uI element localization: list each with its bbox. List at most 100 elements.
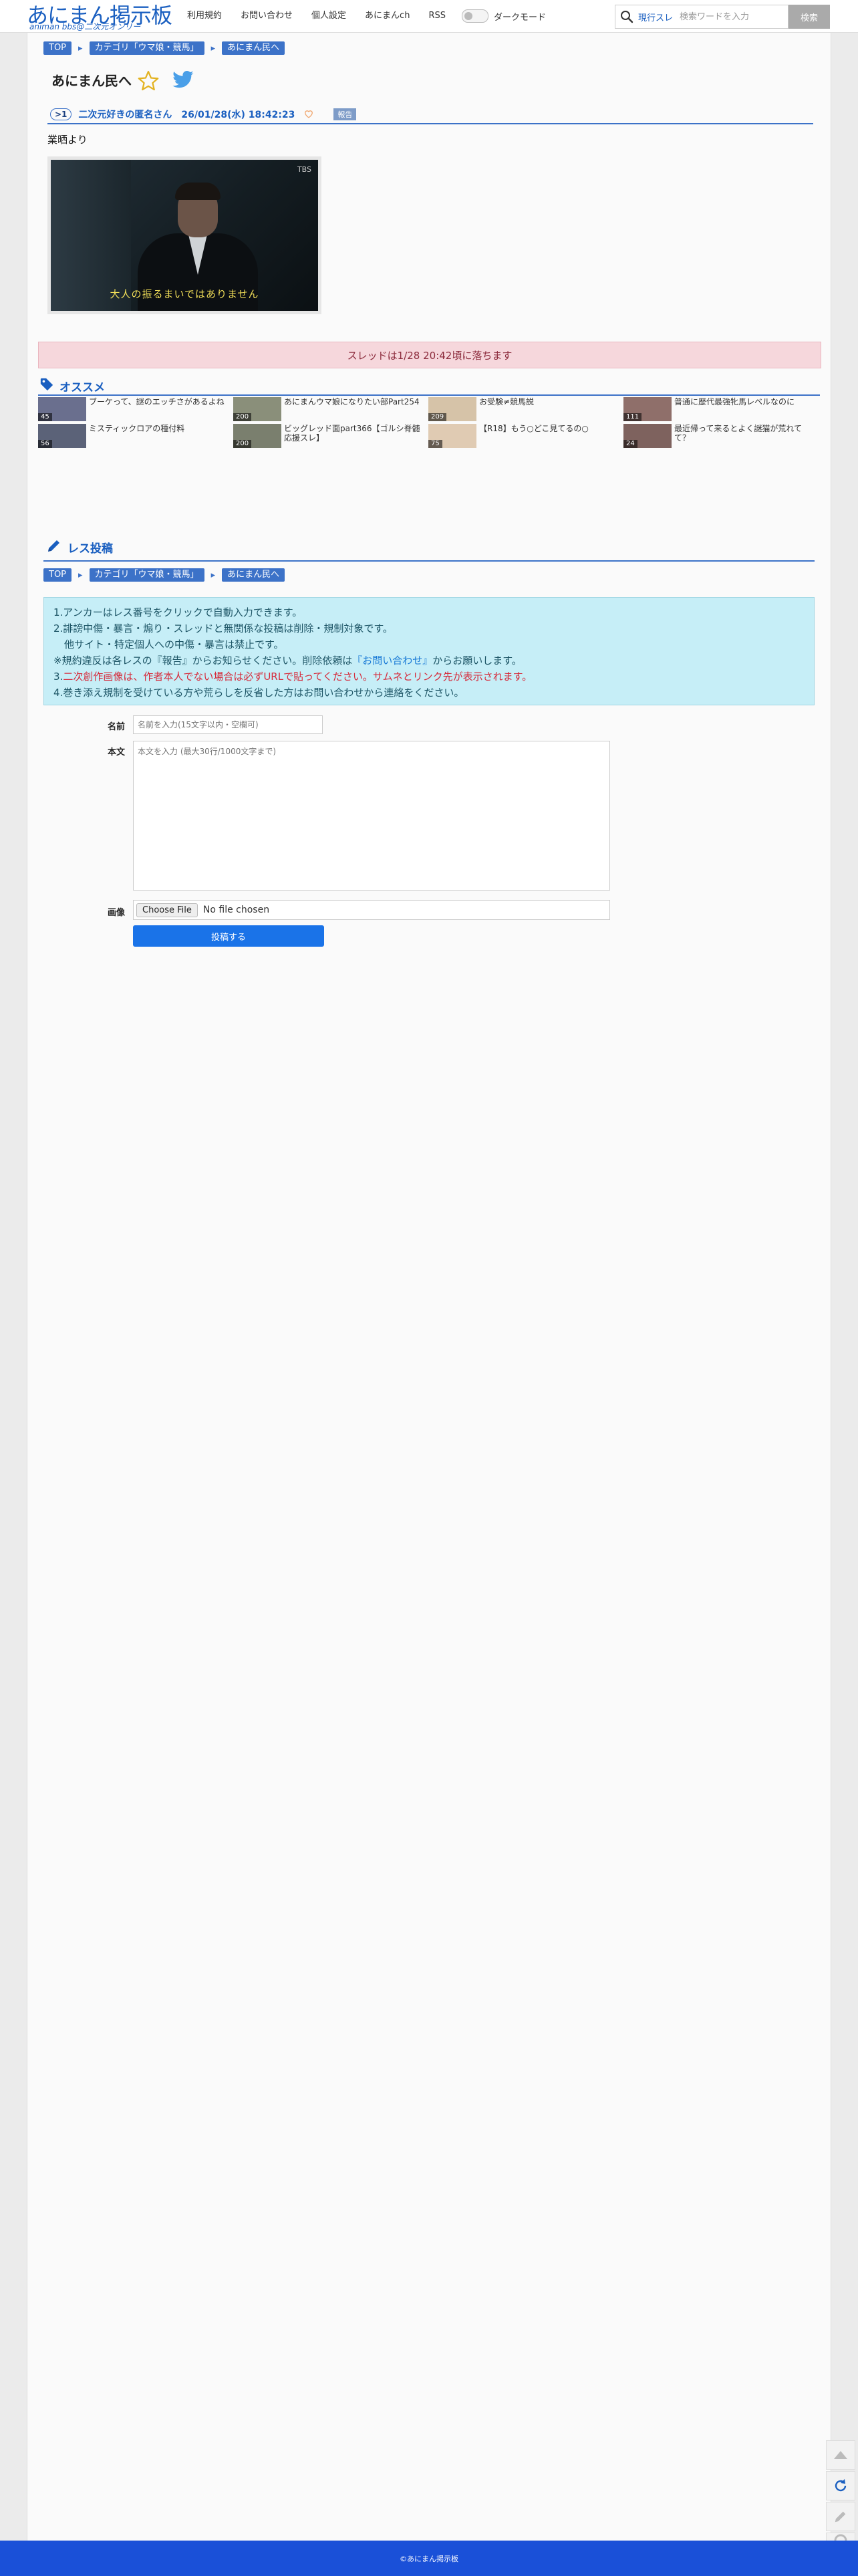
recommend-thumbnail: 75: [428, 424, 476, 448]
search-icon: [615, 5, 638, 28]
name-field[interactable]: [133, 715, 323, 734]
search-scope-select[interactable]: 現行スレ: [638, 11, 673, 23]
breadcrumb-separator: ▸: [78, 570, 83, 580]
scroll-top-button[interactable]: [826, 2440, 855, 2470]
contact-link[interactable]: 『お問い合わせ』: [352, 655, 432, 667]
page-container: TOP ▸ カテゴリ「ウマ娘・競馬」 ▸ あにまん民へ あにまん民へ >1 二次…: [27, 32, 831, 2541]
tag-icon: [39, 377, 54, 395]
breadcrumb-separator: ▸: [78, 43, 83, 53]
nav-animanch[interactable]: あにまんch: [355, 0, 419, 32]
nav-contact[interactable]: お問い合わせ: [231, 0, 302, 32]
nav-rss[interactable]: RSS: [419, 0, 455, 32]
res-number[interactable]: >1: [50, 108, 72, 120]
logo-sub-text: animan bbs@二次元オンリー: [29, 22, 141, 31]
res-attached-image[interactable]: TBS 大人の振るまいではありません: [47, 156, 321, 314]
gear-icon: [834, 2534, 847, 2541]
recommend-item[interactable]: 24 最近帰って来るとよく謎猫が荒れてて？: [623, 424, 817, 448]
recommend-item-title: 【R18】もう○どこ見てるの○: [479, 424, 589, 433]
site-footer: ©あにまん掲示板: [0, 2541, 858, 2576]
image-file-input: Choose File No file chosen: [133, 900, 610, 920]
rule-text: 3.: [53, 671, 63, 683]
heart-icon[interactable]: [304, 108, 313, 121]
reload-button[interactable]: [826, 2471, 855, 2500]
recommend-divider: [38, 394, 820, 396]
arrow-up-icon: [834, 2451, 847, 2459]
image-label: 画像: [107, 908, 125, 918]
twitter-share-icon[interactable]: [172, 70, 194, 93]
recommend-item[interactable]: 75 【R18】もう○どこ見てるの○: [428, 424, 622, 448]
breadcrumb-category[interactable]: カテゴリ「ウマ娘・競馬」: [89, 41, 204, 55]
recommend-title: オススメ: [59, 381, 105, 394]
body-label: 本文: [107, 747, 125, 757]
nav-settings[interactable]: 個人設定: [302, 0, 355, 32]
rule-line: 他サイト・特定個人への中傷・暴言は禁止です。: [64, 638, 284, 651]
recommend-item[interactable]: 45 ブーケって、謎のエッチさがあるよね: [38, 397, 232, 421]
site-logo[interactable]: あにまん掲示板 animan bbs@二次元オンリー: [27, 1, 172, 31]
rule-line: 1.アンカーはレス番号をクリックで自動入力できます。: [53, 606, 303, 618]
write-button[interactable]: [826, 2502, 855, 2531]
search-input[interactable]: [678, 11, 782, 23]
res-body-text: 業晒より: [47, 134, 88, 146]
reply-count: 45: [38, 413, 52, 421]
dark-mode-label: ダークモード: [493, 12, 546, 23]
site-header: あにまん掲示板 animan bbs@二次元オンリー 利用規約 お問い合わせ 個…: [0, 0, 858, 33]
breadcrumb-top[interactable]: TOP: [43, 41, 72, 55]
reply-count: 111: [623, 413, 642, 421]
pencil-icon: [46, 538, 62, 557]
reload-icon: [835, 2479, 847, 2492]
rule-text: ※規約違反は各レスの『報告』からお知らせください。削除依頼は: [53, 655, 353, 667]
choose-file-button[interactable]: Choose File: [136, 903, 198, 917]
breadcrumb-thread[interactable]: あにまん民へ: [222, 568, 285, 582]
reply-count: 200: [233, 440, 252, 448]
recommend-item-title: お受験≠競馬説: [479, 397, 535, 406]
image-broadcaster-logo: TBS: [297, 165, 311, 174]
image-subtitle: 大人の振るまいではありません: [110, 288, 259, 300]
recommend-thumbnail: 200: [233, 397, 281, 421]
recommend-item[interactable]: 56 ミスティックロアの種付料: [38, 424, 232, 448]
breadcrumb-top[interactable]: TOP: [43, 568, 72, 582]
report-button[interactable]: 報告: [333, 108, 357, 120]
recommend-item[interactable]: 200 ビッグレッド面part366【ゴルシ脊髄応援スレ】: [233, 424, 427, 448]
submit-post-button[interactable]: 投稿する: [133, 925, 324, 947]
breadcrumb-thread[interactable]: あにまん民へ: [222, 41, 285, 55]
dark-mode-toggle[interactable]: [461, 9, 488, 23]
pencil-icon: [835, 2511, 846, 2523]
recommend-grid: 45 ブーケって、謎のエッチさがあるよね 200 あにまんウマ娘になりたい部Pa…: [38, 397, 824, 451]
recommend-item[interactable]: 200 あにまんウマ娘になりたい部Part254: [233, 397, 427, 421]
rule-line: 4.巻き添え規制を受けている方や荒らしを反省した方はお問い合わせから連絡をくださ…: [53, 687, 464, 699]
image-figure-hair: [175, 183, 221, 200]
recommend-item-title: ミスティックロアの種付料: [89, 424, 185, 433]
rule-line: ※規約違反は各レスの『報告』からお知らせください。削除依頼は『お問い合わせ』から…: [53, 653, 805, 669]
reply-count: 24: [623, 440, 637, 448]
search-button[interactable]: 検索: [789, 5, 830, 29]
breadcrumb-category[interactable]: カテゴリ「ウマ娘・競馬」: [89, 568, 204, 582]
rule-warning: 二次創作画像は、作者本人でない場合は必ずURLで貼ってください。サムネとリンク先…: [63, 671, 533, 683]
res-date: 26/01/28(水) 18:42:23: [181, 110, 295, 120]
recommend-thumbnail: 209: [428, 397, 476, 421]
rule-line: 3.二次創作画像は、作者本人でない場合は必ずURLで貼ってください。サムネとリン…: [53, 669, 805, 685]
recommend-item-title: あにまんウマ娘になりたい部Part254: [284, 397, 420, 406]
post-heading: レス投稿: [46, 538, 113, 557]
recommend-item-title: 最近帰って来るとよく謎猫が荒れてて？: [674, 424, 803, 443]
recommend-thumbnail: 56: [38, 424, 86, 448]
rule-line: 2.誹謗中傷・暴言・煽り・スレッドと無関係な投稿は削除・規制対象です。: [53, 622, 393, 634]
reply-count: 56: [38, 440, 52, 448]
recommend-item[interactable]: 111 普通に歴代最強牝馬レベルなのに: [623, 397, 817, 421]
search-box: 現行スレ: [615, 5, 789, 29]
recommend-item[interactable]: 209 お受験≠競馬説: [428, 397, 622, 421]
recommend-thumbnail: 200: [233, 424, 281, 448]
copyright-text: ©あにまん掲示板: [400, 2554, 458, 2563]
body-textarea[interactable]: [133, 741, 610, 891]
recommend-item-title: 普通に歴代最強牝馬レベルなのに: [674, 397, 795, 406]
favorite-star-icon[interactable]: [137, 70, 160, 94]
recommend-thumbnail: 24: [623, 424, 672, 448]
reply-count: 200: [233, 413, 252, 421]
post-divider: [43, 560, 815, 562]
recommend-thumbnail: 45: [38, 397, 86, 421]
settings-button[interactable]: [826, 2533, 855, 2541]
post-heading-title: レス投稿: [67, 542, 113, 556]
breadcrumb: TOP ▸ カテゴリ「ウマ娘・競馬」 ▸ あにまん民へ: [43, 41, 285, 55]
nav-terms[interactable]: 利用規約: [178, 0, 231, 32]
recommend-thumbnail: 111: [623, 397, 672, 421]
res-header: >1 二次元好きの匿名さん 26/01/28(水) 18:42:23 報告: [47, 106, 813, 124]
